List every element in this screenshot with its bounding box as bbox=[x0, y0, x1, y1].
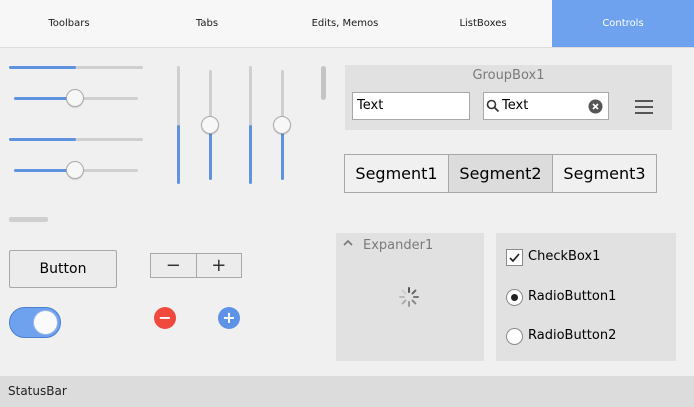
groupbox: GroupBox1 Text Text bbox=[345, 65, 672, 130]
segmented-control: Segment1 Segment2 Segment3 bbox=[344, 154, 657, 193]
segment-1[interactable]: Segment1 bbox=[345, 155, 449, 192]
segment-2[interactable]: Segment2 bbox=[449, 155, 553, 192]
scrollbar-thumb[interactable] bbox=[321, 66, 326, 100]
spin-box: − + bbox=[150, 253, 242, 278]
radio-button-2[interactable] bbox=[506, 328, 523, 345]
tab-tabs[interactable]: Tabs bbox=[138, 0, 276, 47]
hamburger-line bbox=[635, 106, 653, 108]
trackbar-2[interactable] bbox=[9, 138, 143, 141]
tab-controls[interactable]: Controls bbox=[552, 0, 694, 47]
clear-icon[interactable] bbox=[588, 99, 603, 114]
trackbar-2-fill bbox=[9, 138, 76, 141]
tab-edits-memos[interactable]: Edits, Memos bbox=[276, 0, 414, 47]
radio-button-1-label[interactable]: RadioButton1 bbox=[528, 289, 616, 304]
vtrackbar-1[interactable] bbox=[177, 66, 180, 184]
radio-button-1[interactable] bbox=[506, 289, 523, 306]
progress-indicator bbox=[9, 217, 48, 222]
hamburger-line bbox=[635, 100, 653, 102]
status-bar-text: StatusBar bbox=[8, 384, 67, 398]
toggle-switch[interactable] bbox=[9, 307, 61, 338]
vslider-1-thumb[interactable] bbox=[201, 116, 219, 134]
checkbox-1-label[interactable]: CheckBox1 bbox=[528, 249, 600, 264]
checkbox-1[interactable] bbox=[506, 249, 523, 266]
vtrackbar-2-fill bbox=[249, 125, 252, 184]
button[interactable]: Button bbox=[9, 250, 117, 288]
vslider-2-thumb[interactable] bbox=[273, 116, 291, 134]
tab-bar: Toolbars Tabs Edits, Memos ListBoxes Con… bbox=[0, 0, 694, 48]
trackbar-1-fill bbox=[9, 66, 76, 69]
spin-minus-button[interactable]: − bbox=[151, 254, 197, 277]
hamburger-line bbox=[635, 112, 653, 114]
remove-circle-icon[interactable]: − bbox=[154, 307, 176, 329]
tab-toolbars[interactable]: Toolbars bbox=[0, 0, 138, 47]
expander: Expander1 bbox=[336, 233, 484, 361]
trackbar-1[interactable] bbox=[9, 66, 143, 69]
vtrackbar-2[interactable] bbox=[249, 66, 252, 184]
search-icon bbox=[486, 99, 500, 113]
tab-listboxes[interactable]: ListBoxes bbox=[414, 0, 552, 47]
radio-dot bbox=[511, 294, 518, 301]
slider-2-thumb[interactable] bbox=[66, 161, 84, 179]
search-edit[interactable]: Text bbox=[483, 92, 609, 120]
slider-1-thumb[interactable] bbox=[66, 89, 84, 107]
status-bar: StatusBar bbox=[0, 376, 694, 407]
search-edit-value: Text bbox=[502, 98, 529, 113]
chevron-up-icon[interactable] bbox=[343, 238, 353, 251]
groupbox-title: GroupBox1 bbox=[472, 68, 545, 83]
hamburger-icon[interactable] bbox=[635, 100, 653, 114]
text-edit-value: Text bbox=[357, 98, 384, 113]
checkmark-icon bbox=[509, 253, 520, 263]
spin-plus-button[interactable]: + bbox=[197, 254, 242, 277]
toggle-knob bbox=[33, 310, 58, 335]
segment-3[interactable]: Segment3 bbox=[553, 155, 656, 192]
add-circle-icon[interactable]: + bbox=[218, 307, 240, 329]
radio-button-2-label[interactable]: RadioButton2 bbox=[528, 328, 616, 343]
expander-title[interactable]: Expander1 bbox=[363, 238, 433, 253]
options-panel: CheckBox1 RadioButton1 RadioButton2 bbox=[496, 233, 676, 361]
vtrackbar-1-fill bbox=[177, 125, 180, 184]
text-edit[interactable]: Text bbox=[352, 92, 470, 120]
spinner-icon bbox=[399, 287, 419, 307]
